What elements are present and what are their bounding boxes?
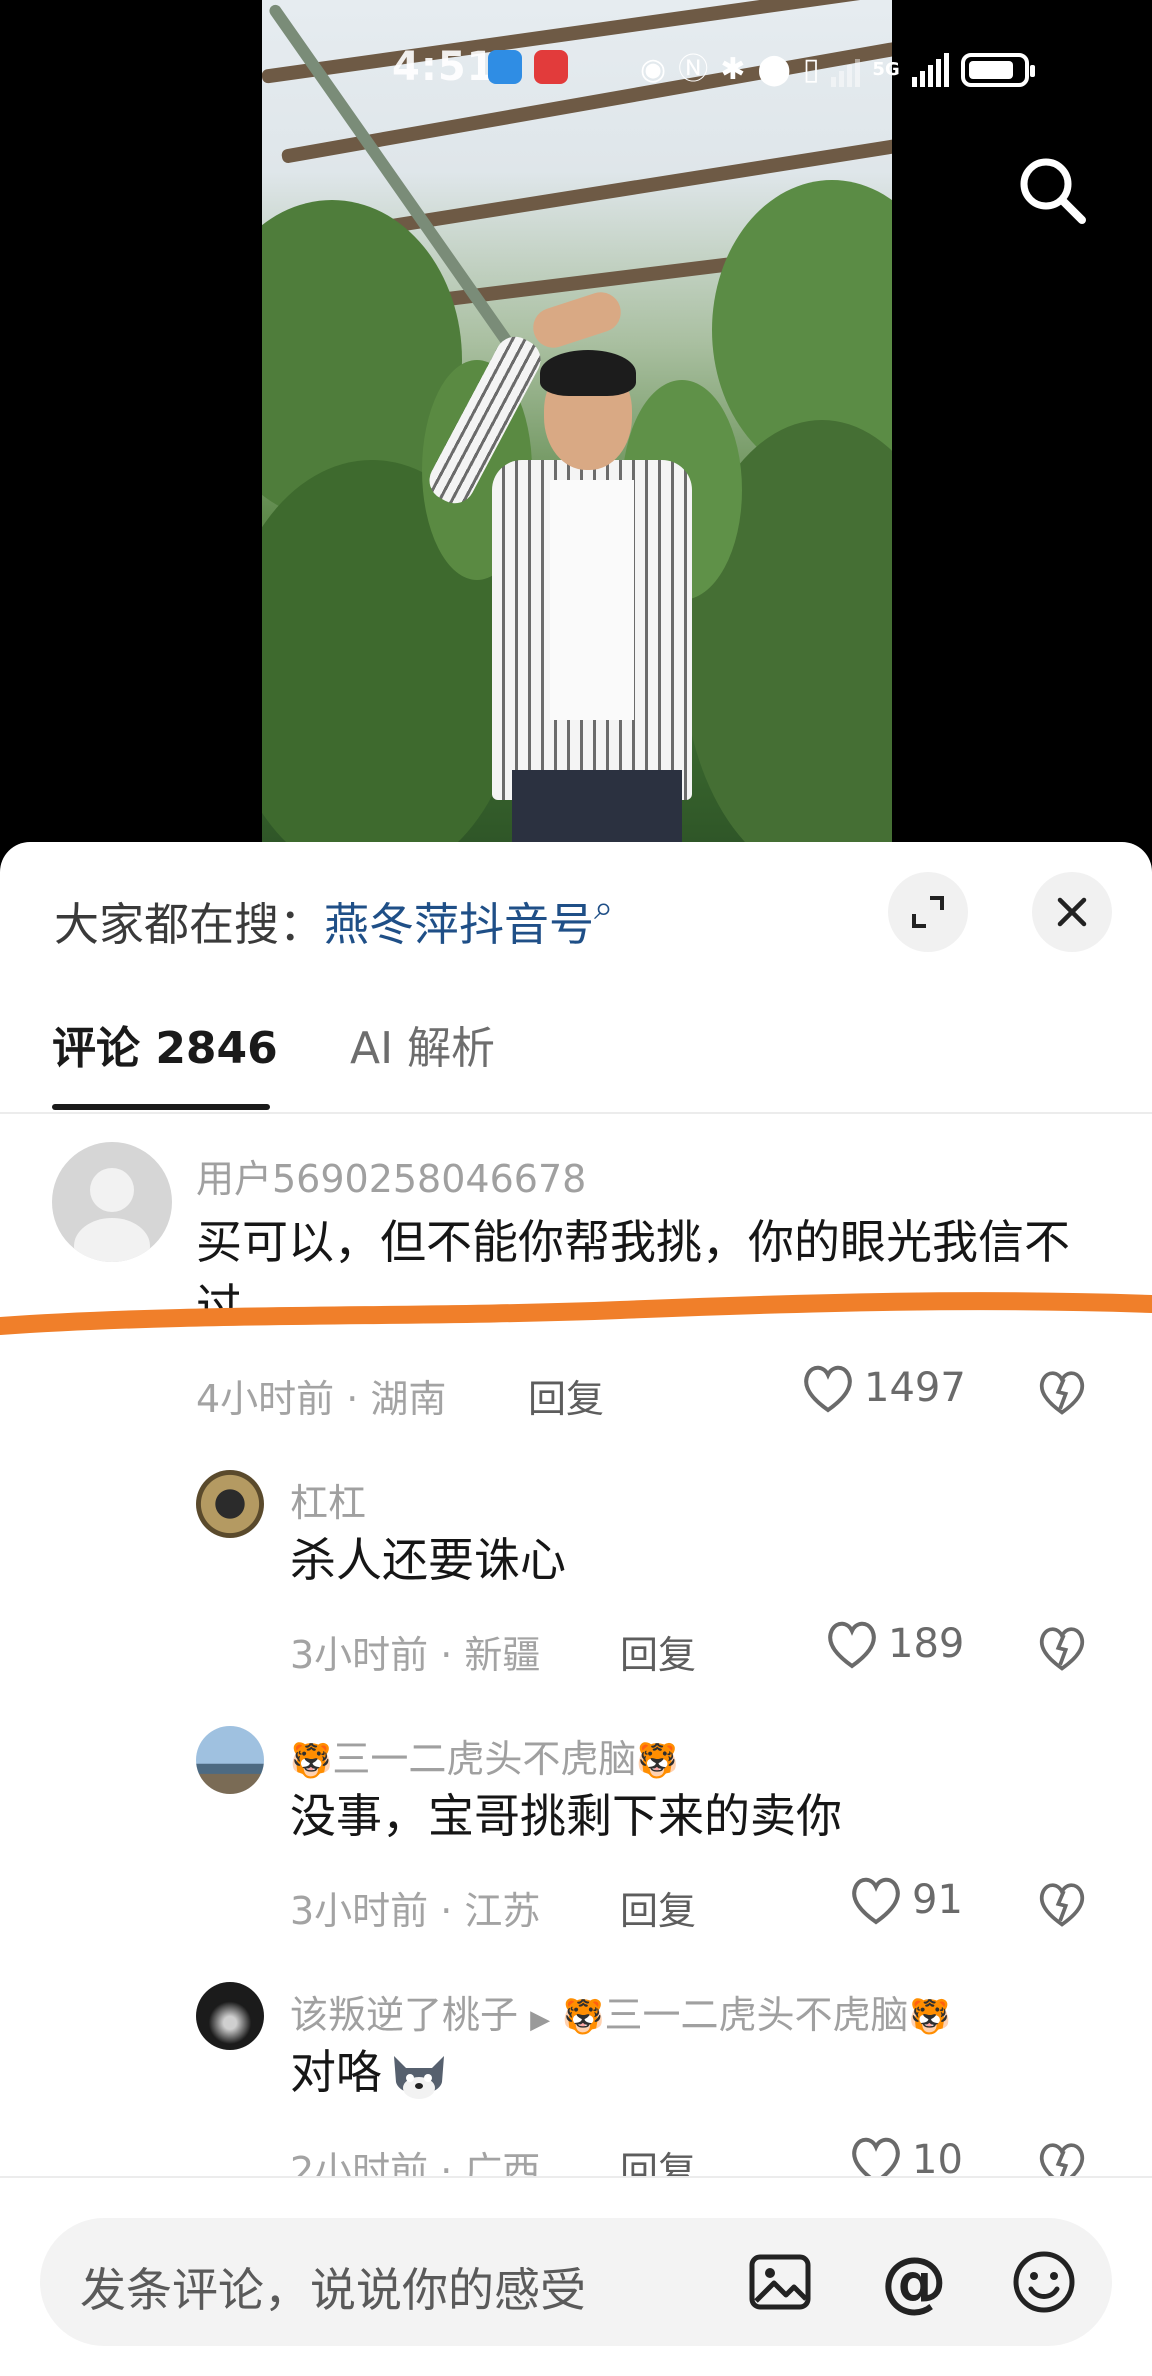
reply-button[interactable]: 回复 xyxy=(620,1880,696,1935)
comment-meta-row: 4小时前 · 湖南 回复 1497 xyxy=(0,1360,1152,1430)
reply-username[interactable]: 🐯三一二虎头不虎脑🐯 xyxy=(290,1728,679,1783)
search-icon[interactable] xyxy=(1012,150,1092,230)
reply-username-text: 三一二虎头不虎脑 xyxy=(332,1737,637,1781)
comment-input[interactable]: 发条评论，说说你的感受 @ xyxy=(40,2218,1112,2346)
tab-comments[interactable]: 评论 2846 xyxy=(52,1012,278,1076)
comment-tabs: 评论 2846 AI 解析 xyxy=(0,992,1152,1112)
like-count: 189 xyxy=(888,1621,965,1667)
status-icons: ◉ Ⓝ ✱ ⬤ ▯ 5G xyxy=(640,48,1035,92)
reply-item: 杠杠 杀人还要诛心 3小时前 · 新疆 回复 189 xyxy=(0,1460,1152,1700)
comment-username[interactable]: 用户5690258046678 xyxy=(196,1148,586,1203)
like-button[interactable]: 1497 xyxy=(800,1362,966,1414)
reply-username-text: 该叛逆了桃子 xyxy=(290,1993,519,2037)
heart-icon xyxy=(852,1877,900,1925)
vibrate-icon: ▯ xyxy=(802,52,820,87)
avatar[interactable] xyxy=(196,1470,264,1538)
tiger-emoji-icon: 🐯 xyxy=(562,1997,605,2037)
annotation-underline xyxy=(0,1292,1152,1335)
app-notification-icon xyxy=(534,50,568,84)
nfc-icon: Ⓝ xyxy=(678,52,709,87)
expand-icon xyxy=(912,896,944,928)
close-icon xyxy=(1057,897,1087,927)
comment-input-bar: 发条评论，说说你的感受 @ xyxy=(0,2176,1152,2376)
cell-signal-icon xyxy=(911,53,949,87)
dislike-icon[interactable] xyxy=(1036,1878,1088,1930)
reply-username[interactable]: 杠杠 xyxy=(290,1472,366,1527)
like-button[interactable]: 189 xyxy=(824,1618,964,1670)
status-bar: 4:51 ◉ Ⓝ ✱ ⬤ ▯ 5G xyxy=(0,40,1152,100)
battery-icon xyxy=(960,53,1035,87)
reply-text-content: 对咯 xyxy=(290,2045,382,2099)
bluetooth-icon: ✱ xyxy=(720,52,746,87)
battery-level xyxy=(968,61,1013,79)
like-count: 91 xyxy=(912,1877,963,1923)
network-label: 5G xyxy=(872,59,900,80)
hot-search-bar[interactable]: 大家都在搜：燕冬萍抖音号⌕ xyxy=(54,888,613,953)
comment-time-location: 4小时前 · 湖南 xyxy=(196,1377,447,1421)
wolf-sticker-icon xyxy=(386,2046,452,2106)
dislike-icon[interactable] xyxy=(1036,1622,1088,1674)
emoji-icon[interactable] xyxy=(1006,2244,1082,2320)
heart-icon xyxy=(804,1365,852,1413)
close-button[interactable] xyxy=(1032,872,1112,952)
person-hair xyxy=(540,350,636,396)
comment-input-placeholder: 发条评论，说说你的感受 xyxy=(80,2263,586,2317)
tiger-emoji-icon: 🐯 xyxy=(290,1741,333,1781)
reply-item: 该叛逆了桃子 ▶ 🐯三一二虎头不虎脑🐯 对咯 2小时前 · 广西 回复 10 xyxy=(0,1972,1152,2193)
app-notification-icon xyxy=(488,50,522,84)
like-count: 1497 xyxy=(864,1365,966,1411)
divider xyxy=(0,1112,1152,1114)
tiger-emoji-icon: 🐯 xyxy=(636,1741,679,1781)
wifi-signal-icon xyxy=(831,53,861,87)
eye-icon: ◉ xyxy=(640,52,667,87)
like-button[interactable]: 91 xyxy=(848,1874,963,1926)
reply-target-username[interactable]: 三一二虎头不虎脑 xyxy=(605,1993,909,2037)
avatar[interactable] xyxy=(196,1982,264,2050)
video-player[interactable]: 4:51 ◉ Ⓝ ✱ ⬤ ▯ 5G xyxy=(0,0,1152,860)
reply-text: 没事，宝哥挑剩下来的卖你 xyxy=(290,1789,842,1843)
tiger-emoji-icon: 🐯 xyxy=(908,1997,951,2037)
heart-icon xyxy=(828,1621,876,1669)
active-tab-indicator xyxy=(52,1104,270,1110)
hot-search-label: 大家都在搜： xyxy=(54,898,325,951)
video-frame[interactable] xyxy=(262,0,892,860)
expand-button[interactable] xyxy=(888,872,968,952)
avatar[interactable] xyxy=(52,1142,172,1262)
dislike-icon[interactable] xyxy=(1036,1366,1088,1418)
reply-time-location: 3小时前 · 江苏 xyxy=(290,1889,541,1933)
tab-ai-analysis[interactable]: AI 解析 xyxy=(350,1012,495,1076)
reply-button[interactable]: 回复 xyxy=(528,1368,604,1423)
reply-button[interactable]: 回复 xyxy=(620,1624,696,1679)
status-time: 4:51 xyxy=(392,44,496,90)
reply-text: 杀人还要诛心 xyxy=(290,1533,566,1587)
reply-arrow-icon: ▶ xyxy=(530,2005,551,2035)
image-icon[interactable] xyxy=(742,2244,818,2320)
person-hand xyxy=(528,287,626,353)
reply-username[interactable]: 该叛逆了桃子 ▶ 🐯三一二虎头不虎脑🐯 xyxy=(290,1984,951,2039)
reply-time-location: 3小时前 · 新疆 xyxy=(290,1633,541,1677)
at-icon[interactable]: @ xyxy=(876,2244,952,2320)
location-icon: ⬤ xyxy=(757,52,791,87)
reply-item: 🐯三一二虎头不虎脑🐯 没事，宝哥挑剩下来的卖你 3小时前 · 江苏 回复 91 xyxy=(0,1716,1152,1956)
hot-search-icon: ⌕ xyxy=(594,888,614,928)
person-tee xyxy=(550,480,634,720)
reply-text: 对咯 xyxy=(290,2040,1090,2106)
hot-search-term[interactable]: 燕冬萍抖音号 xyxy=(324,898,594,951)
avatar[interactable] xyxy=(196,1726,264,1794)
